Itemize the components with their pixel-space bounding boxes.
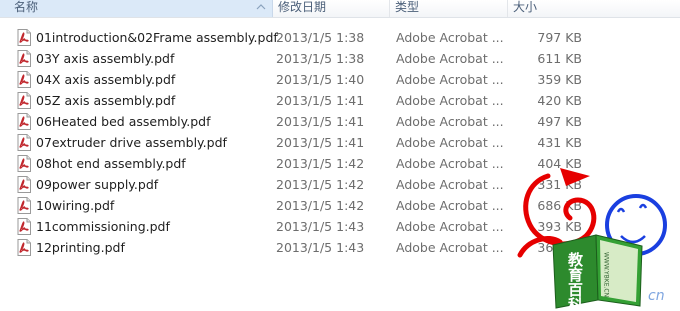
file-date-modified: 2013/1/5 1:38 [276,30,365,45]
pdf-file-icon [17,239,31,256]
watermark-url-text: WWW.YBKE.CN [603,252,610,297]
file-size: 360 KB [537,240,582,255]
file-size: 797 KB [537,30,582,45]
file-name: 05Z axis assembly.pdf [36,93,176,108]
file-row[interactable]: 05Z axis assembly.pdf 2013/1/5 1:41 Adobe … [0,90,680,111]
file-name: 10wiring.pdf [36,198,115,213]
file-name: 01introduction&02Frame assembly.pdf [36,30,278,45]
column-header-date[interactable]: 修改日期 [273,0,390,17]
pdf-file-icon [17,50,31,67]
file-name: 04X axis assembly.pdf [36,72,176,87]
pdf-file-icon [17,134,31,151]
file-date-modified: 2013/1/5 1:43 [276,219,365,234]
column-header-bar: 名称 修改日期 类型 大小 [0,0,680,18]
file-date-modified: 2013/1/5 1:43 [276,240,365,255]
pdf-file-icon [17,197,31,214]
file-date-modified: 2013/1/5 1:42 [276,156,365,171]
watermark-book-text: 教育百科 [566,251,584,311]
file-size: 497 KB [537,114,582,129]
file-name: 07extruder drive assembly.pdf [36,135,227,150]
file-row[interactable]: 10wiring.pdf 2013/1/5 1:42 Adobe Acrobat .… [0,195,680,216]
pdf-file-icon [17,29,31,46]
file-name: 03Y axis assembly.pdf [36,51,175,66]
file-date-modified: 2013/1/5 1:41 [276,135,365,150]
file-row[interactable]: 08hot end assembly.pdf 2013/1/5 1:42 Adobe… [0,153,680,174]
column-header-name[interactable]: 名称 [0,0,273,17]
file-row[interactable]: 12printing.pdf 2013/1/5 1:43 Adobe Acrobat… [0,237,680,258]
file-name: 12printing.pdf [36,240,125,255]
file-row[interactable]: 11commissioning.pdf 2013/1/5 1:43 Adobe Ac… [0,216,680,237]
file-row[interactable]: 09power supply.pdf 2013/1/5 1:42 Adobe Acr… [0,174,680,195]
file-date-modified: 2013/1/5 1:40 [276,72,365,87]
file-type: Adobe Acrobat ... [396,198,504,213]
file-row[interactable]: 04X axis assembly.pdf 2013/1/5 1:40 Adobe … [0,69,680,90]
file-row[interactable]: 01introduction&02Frame assembly.pdf 2013/… [0,27,680,48]
pdf-file-icon [17,113,31,130]
file-size: 686 KB [537,198,582,213]
file-size: 431 KB [537,135,582,150]
file-type: Adobe Acrobat ... [396,156,504,171]
file-type: Adobe Acrobat ... [396,135,504,150]
file-size: 393 KB [537,219,582,234]
file-date-modified: 2013/1/5 1:42 [276,198,365,213]
pdf-file-icon [17,218,31,235]
file-type: Adobe Acrobat ... [396,177,504,192]
file-type: Adobe Acrobat ... [396,72,504,87]
file-row[interactable]: 03Y axis assembly.pdf 2013/1/5 1:38 Adobe … [0,48,680,69]
file-row[interactable]: 06Heated bed assembly.pdf 2013/1/5 1:41 Ad… [0,111,680,132]
file-row[interactable]: 07extruder drive assembly.pdf 2013/1/5 1:… [0,132,680,153]
file-date-modified: 2013/1/5 1:41 [276,114,365,129]
watermark-domain-text: cn [648,288,665,304]
file-type: Adobe Acrobat ... [396,240,504,255]
file-size: 420 KB [537,93,582,108]
pdf-file-icon [17,155,31,172]
file-name: 06Heated bed assembly.pdf [36,114,211,129]
file-size: 611 KB [537,51,582,66]
file-size: 331 KB [537,177,582,192]
file-size: 359 KB [537,72,582,87]
file-name: 08hot end assembly.pdf [36,156,186,171]
file-list: 01introduction&02Frame assembly.pdf 2013/… [0,27,680,258]
pdf-file-icon [17,71,31,88]
sort-ascending-icon [256,4,266,10]
file-date-modified: 2013/1/5 1:42 [276,177,365,192]
column-header-size[interactable]: 大小 [508,0,680,17]
column-header-type[interactable]: 类型 [390,0,508,17]
file-type: Adobe Acrobat ... [396,114,504,129]
file-type: Adobe Acrobat ... [396,219,504,234]
file-date-modified: 2013/1/5 1:41 [276,93,365,108]
file-size: 404 KB [537,156,582,171]
file-type: Adobe Acrobat ... [396,93,504,108]
file-date-modified: 2013/1/5 1:38 [276,51,365,66]
pdf-file-icon [17,92,31,109]
pdf-file-icon [17,176,31,193]
file-type: Adobe Acrobat ... [396,51,504,66]
file-name: 11commissioning.pdf [36,219,170,234]
file-name: 09power supply.pdf [36,177,159,192]
file-type: Adobe Acrobat ... [396,30,504,45]
